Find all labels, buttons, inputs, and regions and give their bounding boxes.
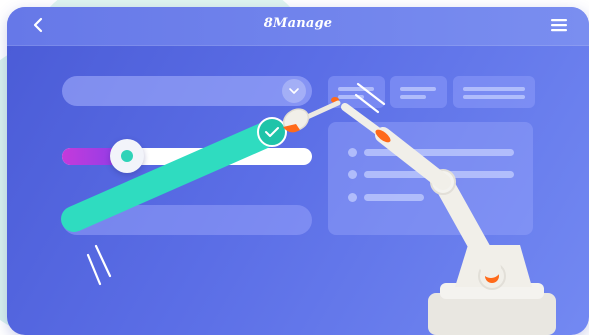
tab-third[interactable] [453,76,535,108]
app-logo: 8Manage [263,16,333,31]
chevron-down-icon [289,88,299,94]
dropdown-toggle-button[interactable] [282,79,306,103]
illustration-stage: 8Manage [0,0,589,335]
list-item-text-placeholder [364,194,424,201]
hamburger-menu-icon[interactable] [551,18,567,32]
dropdown-select[interactable] [62,76,312,106]
header-bar: 8Manage [7,7,589,46]
tab-second[interactable] [390,76,447,108]
tab-label-placeholder [400,87,436,91]
tab-label-placeholder [400,95,426,99]
bullet-dot [348,148,357,157]
app-window-panel: 8Manage [7,7,589,335]
list-item[interactable] [348,148,518,157]
tab-label-placeholder [338,95,364,99]
tab-first[interactable] [328,76,385,108]
list-item-text-placeholder [364,149,514,156]
tab-label-placeholder [338,87,374,91]
range-slider[interactable] [62,139,312,173]
list-item[interactable] [348,170,518,179]
slider-handle[interactable] [110,139,144,173]
content-card [328,122,533,235]
text-input-field[interactable] [62,205,312,235]
bullet-dot [348,193,357,202]
list-item[interactable] [348,193,448,202]
tab-label-placeholder [463,87,525,91]
list-item-text-placeholder [364,171,514,178]
bullet-dot [348,170,357,179]
tab-label-placeholder [463,95,525,99]
